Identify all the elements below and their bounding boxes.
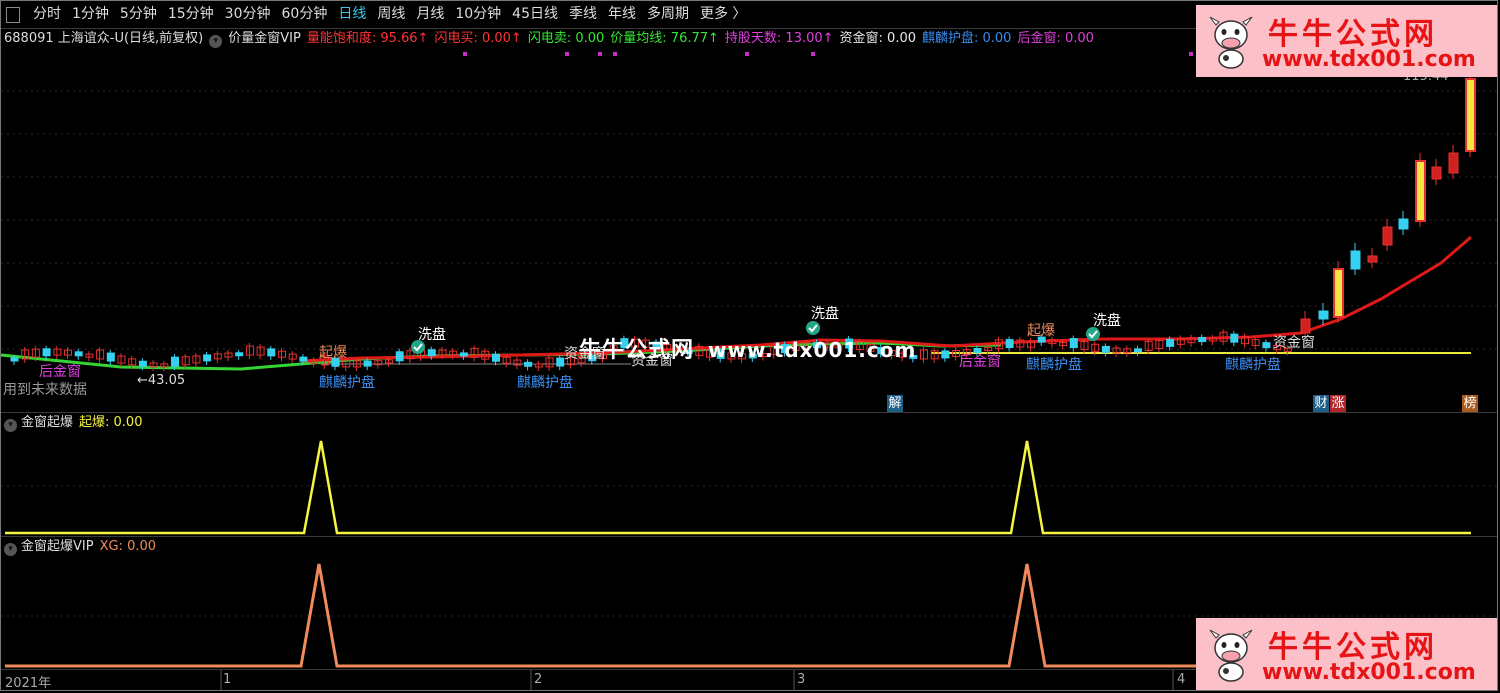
candle-body [363,360,372,367]
candle-body [556,357,565,367]
candle-body [1166,338,1175,347]
header-marker-dot [598,52,602,56]
header-marker-dot [565,52,569,56]
zijinchuang-label: 资金窗 [1273,335,1315,351]
badge-cai[interactable]: 财 [1313,395,1329,412]
candle-body [74,351,83,357]
candle-body [1382,226,1393,246]
candle-body [1431,166,1442,180]
qibao-label: 起爆 [319,345,347,361]
candle-body [10,357,19,362]
candle-body [492,353,500,362]
header-marker-dot [613,52,617,56]
qibao-label: 起爆 [1027,323,1055,339]
pane-separator[interactable] [1,412,1497,413]
candle-body [1318,310,1329,320]
header-marker-dot [463,52,467,56]
x-axis-label: 4 [1177,672,1186,687]
candle-body [941,350,950,359]
candle-body [524,361,533,367]
cow-mascot-icon [1209,629,1253,682]
qilin-label: 麒麟护盘 [319,375,375,391]
watermark-url: www.tdx001.com [1262,660,1476,685]
badge-zhang[interactable]: 涨 [1330,395,1346,412]
candle-body [1101,345,1110,353]
candle-body [138,360,147,367]
candle-body [203,354,212,362]
candle-body [106,352,115,362]
candle-body [1198,337,1207,343]
xipan-label: 洗盘 [418,327,446,343]
xipan-label: 洗盘 [811,306,839,322]
candle-body [395,351,404,362]
candle-body [1398,218,1409,230]
candle-body [235,352,244,357]
candle-body [1005,339,1014,349]
pane3-menu-icon[interactable]: ▾ [4,543,17,556]
pane2-value: 起爆: 0.00 [79,415,143,430]
center-watermark: 牛牛公式网 www.tdx001.com [579,332,916,364]
badge-jie[interactable]: 解 [887,395,903,412]
candle-body [1300,318,1311,334]
pane2-name[interactable]: 金窗起爆 [21,415,73,430]
watermark-url: www.tdx001.com [1262,47,1476,72]
candle-body [1465,78,1476,152]
x-axis-label: 2021年 [5,676,52,691]
candle-body [42,348,51,357]
pane-separator[interactable] [1,536,1497,537]
qibao-signal-line [5,440,1471,535]
watermark-logo-top: 牛牛公式网 www.tdx001.com [1196,5,1497,77]
x-axis-label: 1 [223,672,232,687]
candle-body [267,348,276,357]
candle-body [1069,338,1078,349]
watermark-logo-bottom: 牛牛公式网 www.tdx001.com [1196,618,1497,690]
candle-body [1448,152,1459,174]
candle-body [1350,250,1361,270]
header-marker-dot [811,52,815,56]
x-axis-label: 3 [797,672,806,687]
houjinchuang-label: 后金窗 [39,364,81,380]
cow-mascot-icon [1209,16,1253,69]
xipan-label: 洗盘 [1093,313,1121,329]
price-low-label: ←43.05 [137,373,186,388]
center-watermark-url: www.tdx001.com [708,338,917,362]
qilin-label: 麒麟护盘 [517,375,573,391]
candle-body [1333,268,1344,318]
candle-body [427,349,436,357]
candle-body [1134,348,1142,353]
header-marker-dot [745,52,749,56]
candle-body [1367,255,1378,263]
pane3-value: XG: 0.00 [99,539,157,554]
center-watermark-title: 牛牛公式网 [579,338,695,363]
pane3-name[interactable]: 金窗起爆VIP [21,539,94,554]
pane3-header: ▾ 金窗起爆VIP XG: 0.00 [4,538,156,556]
candle-body [299,356,308,362]
pane2-header: ▾ 金窗起爆 起爆: 0.00 [4,414,142,432]
future-data-note: 用到未来数据 [3,382,87,398]
qilin-label: 麒麟护盘 [1225,357,1281,373]
candle-body [1415,160,1426,222]
chart-window: 分时 1分钟 5分钟 15分钟 30分钟 60分钟 日线 周线 月线 10分钟 45日线 季线 年线 多周… [0,0,1498,691]
badge-bang[interactable]: 榜 [1462,395,1478,412]
candle-body [1262,342,1271,349]
candle-body [1230,333,1239,343]
x-axis-label: 2 [534,672,543,687]
qilin-label: 麒麟护盘 [1026,357,1082,373]
candle-body [171,356,179,367]
pane2-menu-icon[interactable]: ▾ [4,419,17,432]
houjinchuang-label: 后金窗 [959,354,1001,370]
header-marker-dot [1189,52,1193,56]
candle-body [459,352,468,357]
